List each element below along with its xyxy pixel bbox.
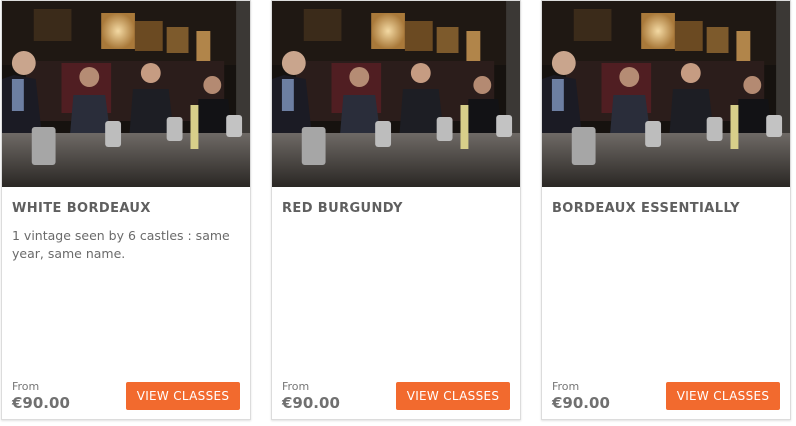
wine-tasting-photo[interactable] <box>2 1 250 187</box>
view-classes-button[interactable]: VIEW CLASSES <box>396 382 510 410</box>
class-price: €90.00 <box>12 394 70 412</box>
class-description: 1 vintage seen by 6 castles : same year,… <box>12 228 230 261</box>
view-classes-button[interactable]: VIEW CLASSES <box>666 382 780 410</box>
wine-tasting-photo[interactable] <box>272 1 520 187</box>
wine-tasting-photo-graphic <box>2 1 250 187</box>
class-card[interactable]: RED BURGUNDY From €90.00 VIEW CLASSES <box>271 0 521 420</box>
class-card[interactable]: WHITE BORDEAUX 1 vintage seen by 6 castl… <box>1 0 251 420</box>
class-title[interactable]: BORDEAUX ESSENTIALLY <box>552 201 740 216</box>
price-from-label: From <box>12 380 40 393</box>
class-title[interactable]: RED BURGUNDY <box>282 201 403 216</box>
class-title[interactable]: WHITE BORDEAUX <box>12 201 151 216</box>
wine-tasting-photo[interactable] <box>542 1 790 187</box>
price-from-label: From <box>552 380 580 393</box>
price-from-label: From <box>282 380 310 393</box>
class-price: €90.00 <box>282 394 340 412</box>
class-price: €90.00 <box>552 394 610 412</box>
wine-tasting-photo-graphic <box>272 1 520 187</box>
wine-tasting-photo-graphic <box>542 1 790 187</box>
view-classes-button[interactable]: VIEW CLASSES <box>126 382 240 410</box>
class-card[interactable]: BORDEAUX ESSENTIALLY From €90.00 VIEW CL… <box>541 0 791 420</box>
class-card-list: WHITE BORDEAUX 1 vintage seen by 6 castl… <box>0 0 796 426</box>
